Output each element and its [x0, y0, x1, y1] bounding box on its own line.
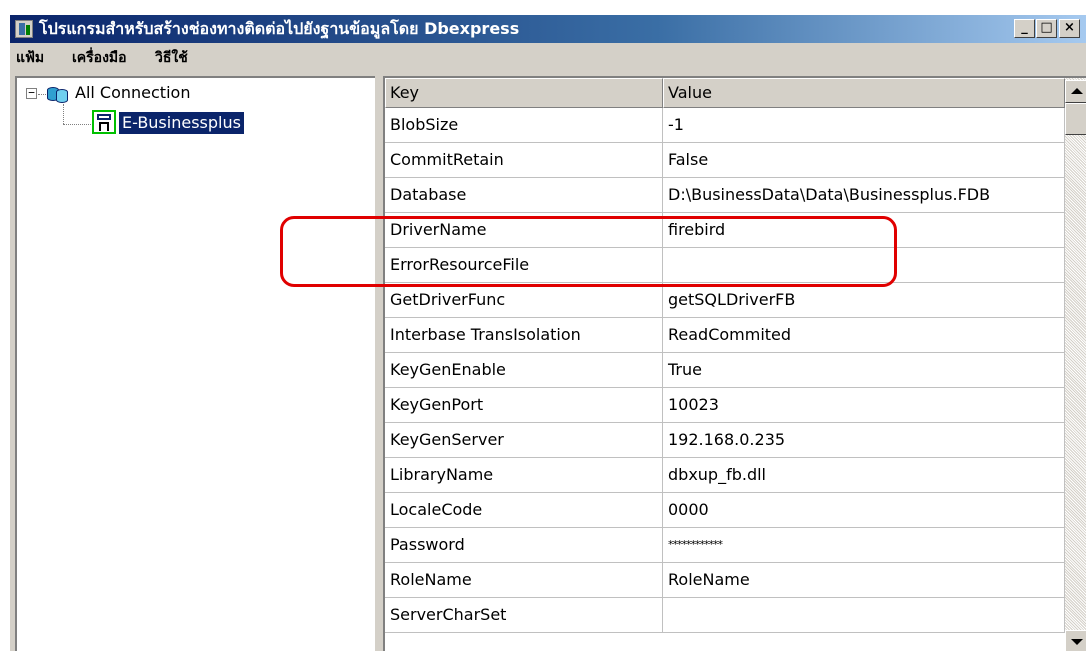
key-cell[interactable]: KeyGenEnable — [385, 353, 663, 388]
title-bar[interactable]: โปรแกรมสำหรับสร้างช่องทางติดต่อไปยังฐานข… — [10, 15, 1086, 43]
close-button[interactable]: × — [1059, 19, 1080, 38]
table-row[interactable]: Password ************ — [385, 528, 1065, 563]
connection-tree[interactable]: − All Connection E-Businessplus — [15, 76, 375, 651]
value-cell[interactable]: getSQLDriverFB — [663, 283, 1065, 318]
table-row[interactable]: DriverName firebird — [385, 213, 1065, 248]
scroll-thumb[interactable] — [1065, 103, 1086, 135]
arrow-down-icon — [1071, 639, 1083, 645]
menu-bar: แฟ้ม เครื่องมือ วิธีใช้ — [10, 43, 1086, 73]
table-row[interactable]: GetDriverFunc getSQLDriverFB — [385, 283, 1065, 318]
table-row[interactable]: KeyGenPort 10023 — [385, 388, 1065, 423]
grid-body: BlobSize -1 CommitRetain False Database D:\… — [385, 108, 1065, 633]
key-cell[interactable]: Password — [385, 528, 663, 563]
key-cell[interactable]: LibraryName — [385, 458, 663, 493]
key-cell[interactable]: RoleName — [385, 563, 663, 598]
database-icon — [47, 84, 69, 104]
value-cell[interactable]: 192.168.0.235 — [663, 423, 1065, 458]
app-window: โปรแกรมสำหรับสร้างช่องทางติดต่อไปยังฐานข… — [9, 14, 1087, 652]
grid-header: Key Value — [385, 78, 1065, 108]
value-cell[interactable]: False — [663, 143, 1065, 178]
key-cell[interactable]: LocaleCode — [385, 493, 663, 528]
table-row[interactable]: LibraryName dbxup_fb.dll — [385, 458, 1065, 493]
vertical-scrollbar[interactable] — [1065, 78, 1086, 651]
value-cell[interactable]: 10023 — [663, 388, 1065, 423]
key-cell[interactable]: Database — [385, 178, 663, 213]
key-cell[interactable]: GetDriverFunc — [385, 283, 663, 318]
value-cell[interactable] — [663, 598, 1065, 633]
key-cell[interactable]: CommitRetain — [385, 143, 663, 178]
value-cell[interactable]: RoleName — [663, 563, 1065, 598]
arrow-up-icon — [1071, 88, 1083, 94]
window-title: โปรแกรมสำหรับสร้างช่องทางติดต่อไปยังฐานข… — [39, 19, 520, 38]
value-cell[interactable]: firebird — [663, 213, 1065, 248]
key-cell[interactable]: ServerCharSet — [385, 598, 663, 633]
properties-grid: Key Value BlobSize -1 CommitRetain False D… — [383, 76, 1086, 651]
table-row[interactable]: RoleName RoleName — [385, 563, 1065, 598]
value-cell[interactable]: 0000 — [663, 493, 1065, 528]
table-row[interactable]: KeyGenServer 192.168.0.235 — [385, 423, 1065, 458]
minimize-button[interactable]: _ — [1014, 19, 1035, 38]
maximize-button[interactable]: □ — [1036, 19, 1057, 38]
table-row[interactable]: BlobSize -1 — [385, 108, 1065, 143]
table-row[interactable]: ErrorResourceFile — [385, 248, 1065, 283]
value-cell[interactable]: True — [663, 353, 1065, 388]
table-row[interactable]: LocaleCode 0000 — [385, 493, 1065, 528]
menu-help[interactable]: วิธีใช้ — [155, 47, 188, 69]
key-cell[interactable]: Interbase TransIsolation — [385, 318, 663, 353]
scroll-up-button[interactable] — [1065, 80, 1086, 103]
value-cell[interactable] — [663, 248, 1065, 283]
key-cell[interactable]: DriverName — [385, 213, 663, 248]
column-header-value[interactable]: Value — [663, 78, 1065, 108]
value-cell[interactable]: dbxup_fb.dll — [663, 458, 1065, 493]
password-value-cell[interactable]: ************ — [663, 528, 1065, 563]
tree-connector — [38, 94, 46, 95]
menu-tools[interactable]: เครื่องมือ — [72, 47, 127, 69]
key-cell[interactable]: BlobSize — [385, 108, 663, 143]
menu-file[interactable]: แฟ้ม — [16, 47, 44, 69]
key-cell[interactable]: KeyGenServer — [385, 423, 663, 458]
tree-root-all-connection[interactable]: All Connection — [75, 83, 190, 103]
tree-item-e-businessplus[interactable]: E-Businessplus — [118, 111, 245, 135]
column-header-key[interactable]: Key — [385, 78, 663, 108]
app-icon[interactable] — [15, 20, 33, 38]
scroll-down-button[interactable] — [1065, 630, 1086, 651]
key-cell[interactable]: KeyGenPort — [385, 388, 663, 423]
table-row[interactable]: ServerCharSet — [385, 598, 1065, 633]
key-cell[interactable]: ErrorResourceFile — [385, 248, 663, 283]
value-cell[interactable]: -1 — [663, 108, 1065, 143]
value-cell[interactable]: ReadCommited — [663, 318, 1065, 353]
table-row[interactable]: Interbase TransIsolation ReadCommited — [385, 318, 1065, 353]
table-row[interactable]: CommitRetain False — [385, 143, 1065, 178]
table-row[interactable]: Database D:\BusinessData\Data\Businessplu… — [385, 178, 1065, 213]
tree-collapse-toggle[interactable]: − — [26, 87, 37, 99]
connection-icon — [92, 110, 116, 134]
tree-connector — [63, 124, 91, 125]
table-row[interactable]: KeyGenEnable True — [385, 353, 1065, 388]
value-cell[interactable]: D:\BusinessData\Data\Businessplus.FDB — [663, 178, 1065, 213]
tree-connector — [63, 104, 64, 124]
